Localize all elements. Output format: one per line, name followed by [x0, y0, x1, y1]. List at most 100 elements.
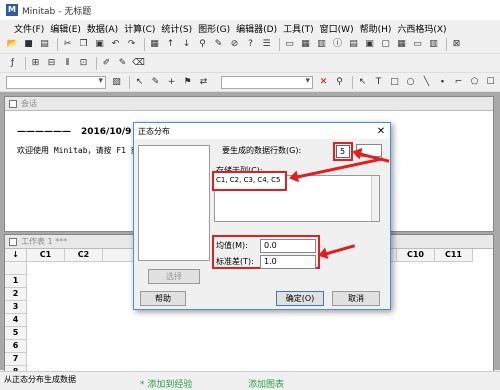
close-all-icon[interactable]: ⊠: [450, 38, 463, 51]
menu-data[interactable]: 数据(A): [87, 22, 118, 35]
worksheet-title: 工作表 1 ***: [21, 237, 68, 246]
variables-listbox[interactable]: [138, 145, 210, 261]
toolbar-divider: [96, 57, 97, 70]
store-scrollbar[interactable]: [371, 176, 379, 221]
freeform-icon[interactable]: ☐: [484, 76, 497, 89]
menu-help[interactable]: 帮助(H): [360, 22, 392, 35]
dialog-title: 正态分布: [138, 126, 170, 136]
menu-window[interactable]: 窗口(W): [320, 22, 354, 35]
layout-icon[interactable]: ▦: [395, 38, 408, 51]
pointer-icon[interactable]: ↖: [356, 76, 369, 89]
project-icon[interactable]: ▣: [363, 38, 376, 51]
select-arrow-icon[interactable]: ↖: [133, 76, 146, 89]
close-icon[interactable]: ✕: [372, 126, 390, 137]
menu-tools[interactable]: 工具(T): [283, 22, 314, 35]
menu-editor[interactable]: 编辑器(D): [236, 22, 277, 35]
row-header[interactable]: 2: [5, 288, 27, 301]
eraser-icon[interactable]: ⌫: [132, 57, 145, 70]
dot-icon[interactable]: ∙: [436, 76, 449, 89]
toolbar-divider: [352, 76, 353, 89]
worksheet-window-icon: [9, 237, 17, 246]
store-value[interactable]: C1, C2, C3, C4, C5: [212, 171, 287, 191]
tool-icon[interactable]: ☰: [260, 38, 273, 51]
polyline-icon[interactable]: ⌐: [452, 76, 465, 89]
row-header[interactable]: 3: [5, 301, 27, 314]
close-red-icon[interactable]: ✕: [317, 76, 330, 89]
item-select-dropdown[interactable]: [221, 76, 313, 89]
print-icon[interactable]: ▤: [38, 38, 51, 51]
window-icon[interactable]: ▭: [411, 38, 424, 51]
rows-highlight: 5: [333, 142, 353, 161]
swap-icon[interactable]: ⇄: [197, 76, 210, 89]
toolbar-divider: [279, 38, 280, 51]
edit-last-icon[interactable]: ✎: [212, 38, 225, 51]
session-window-icon[interactable]: ▭: [283, 38, 296, 51]
rectangle-icon[interactable]: □: [388, 76, 401, 89]
save-icon[interactable]: ■: [22, 38, 35, 51]
column-header[interactable]: C10: [397, 249, 435, 262]
insert-column-icon[interactable]: ⫴: [61, 57, 74, 70]
line-icon[interactable]: ╲: [420, 76, 433, 89]
paste-icon[interactable]: ▣: [93, 38, 106, 51]
insert-row-icon[interactable]: ⊟: [45, 57, 58, 70]
menu-graph[interactable]: 图形(G): [198, 22, 230, 35]
cancel-button[interactable]: 取消: [332, 291, 380, 306]
row-header[interactable]: 7: [5, 353, 27, 366]
info-icon[interactable]: ⓘ: [331, 38, 344, 51]
up-icon[interactable]: ↑: [164, 38, 177, 51]
help-button[interactable]: 帮助: [140, 291, 186, 306]
graph-icon[interactable]: ▥: [315, 38, 328, 51]
open-icon[interactable]: 📂: [6, 38, 19, 51]
select-button[interactable]: 选择: [148, 269, 200, 284]
pen-icon[interactable]: ✎: [149, 76, 162, 89]
ok-button[interactable]: 确定(O): [276, 291, 324, 306]
menu-calc[interactable]: 计算(C): [124, 22, 155, 35]
flag-icon[interactable]: ⚑: [181, 76, 194, 89]
session-dashes: ——————: [17, 127, 71, 137]
mean-input[interactable]: 0.0: [260, 239, 316, 253]
brush-mode-icon[interactable]: ▧: [110, 76, 123, 89]
find-icon[interactable]: ⚲: [196, 38, 209, 51]
toolbar-divider: [57, 38, 58, 51]
rows-input[interactable]: 5: [336, 145, 350, 158]
plus-icon[interactable]: +: [165, 76, 178, 89]
insert-cell-icon[interactable]: ⊞: [29, 57, 42, 70]
menu-stat[interactable]: 统计(S): [161, 22, 192, 35]
cancel-icon[interactable]: ⊘: [228, 38, 241, 51]
tile-icon[interactable]: ▥: [427, 38, 440, 51]
function-icon[interactable]: ƒ: [6, 57, 19, 70]
row-header[interactable]: 4: [5, 314, 27, 327]
clear-icon[interactable]: ⊡: [77, 57, 90, 70]
row-header[interactable]: 6: [5, 340, 27, 353]
row-header[interactable]: 5: [5, 327, 27, 340]
redo-icon[interactable]: ↷: [125, 38, 138, 51]
column-header[interactable]: C11: [435, 249, 473, 262]
help-icon[interactable]: ?: [244, 38, 257, 51]
undo-icon[interactable]: ↶: [109, 38, 122, 51]
cut-icon[interactable]: ✂: [61, 38, 74, 51]
row-header: [5, 262, 27, 275]
pencil-icon[interactable]: ✎: [116, 57, 129, 70]
ellipse-icon[interactable]: ○: [404, 76, 417, 89]
column-header[interactable]: C1: [27, 249, 65, 262]
minitab-logo-icon: M: [6, 4, 18, 16]
worksheet-icon[interactable]: ▦: [299, 38, 312, 51]
session-date: 2016/10/9: [81, 127, 132, 137]
history-icon[interactable]: ▤: [347, 38, 360, 51]
column-header[interactable]: C2: [65, 249, 103, 262]
text-icon[interactable]: T: [372, 76, 385, 89]
sd-input[interactable]: 1.0: [260, 255, 316, 269]
menu-file[interactable]: 文件(F): [14, 22, 44, 35]
down-icon[interactable]: ↓: [180, 38, 193, 51]
polygon-icon[interactable]: ⬠: [468, 76, 481, 89]
menu-six-sigma[interactable]: 六西格玛(X): [397, 22, 446, 35]
brush-icon[interactable]: ✐: [100, 57, 113, 70]
menu-edit[interactable]: 编辑(E): [50, 22, 81, 35]
report-icon[interactable]: ▢: [379, 38, 392, 51]
dialog-icon[interactable]: ▦: [148, 38, 161, 51]
copy-icon[interactable]: ❐: [77, 38, 90, 51]
zoom-icon[interactable]: ⚲: [333, 76, 346, 89]
graph-select-dropdown[interactable]: [6, 76, 106, 89]
sd-label: 标准差(T):: [216, 257, 254, 266]
row-header[interactable]: 1: [5, 275, 27, 288]
